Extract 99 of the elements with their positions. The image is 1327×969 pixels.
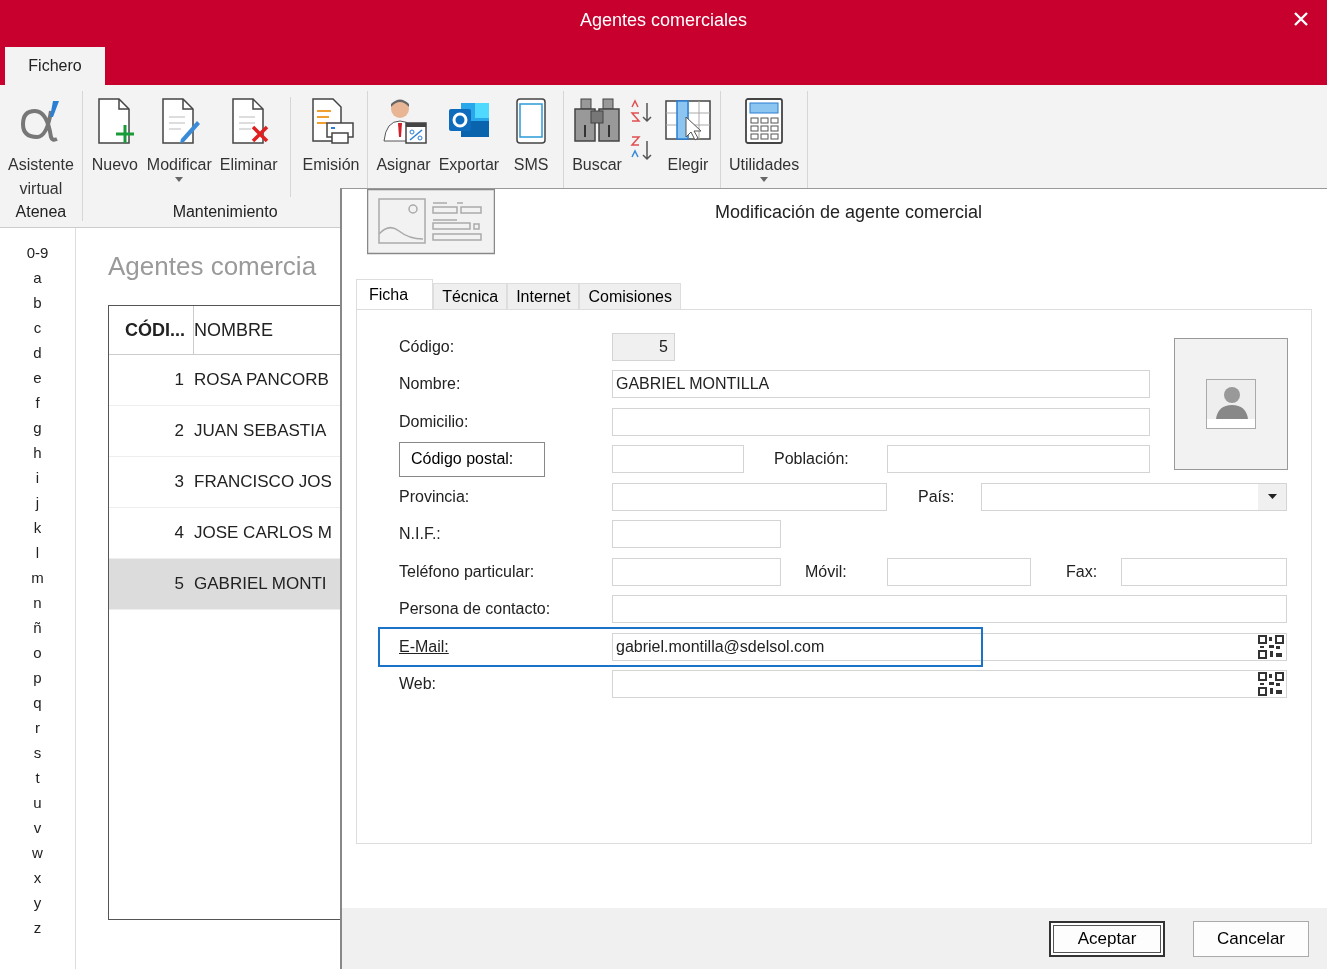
table-cell: JUAN SEBASTIA	[194, 421, 327, 441]
ribbon-button[interactable]: Exportar	[434, 97, 504, 177]
group-label: Mantenimiento	[172, 203, 278, 221]
field-label: Persona de contacto:	[399, 600, 552, 619]
postal-code-field[interactable]	[612, 445, 744, 474]
index-letter[interactable]: k	[33, 515, 42, 540]
ribbon-button[interactable]: Eliminar	[215, 97, 282, 177]
web-field[interactable]	[612, 670, 1287, 699]
field-label: Web:	[399, 675, 438, 694]
ribbon-button[interactable]: Utilidades	[724, 97, 804, 182]
window-title: Agentes comerciales	[579, 10, 748, 31]
ribbon-button[interactable]: Modificar	[142, 97, 216, 182]
caret-icon	[1267, 494, 1277, 500]
index-letter[interactable]: v	[33, 815, 42, 840]
email-field[interactable]: gabriel.montilla@sdelsol.com	[612, 632, 1287, 661]
column-header[interactable]: NOMBRE	[194, 306, 273, 354]
index-letter[interactable]: d	[33, 340, 42, 365]
group-label: Atenea	[15, 203, 67, 221]
index-letter[interactable]: w	[32, 840, 43, 865]
index-letter[interactable]: n	[33, 590, 42, 615]
field-label: Domicilio:	[399, 412, 470, 431]
table-cell: GABRIEL MONTI	[194, 574, 327, 594]
email-link[interactable]: E-Mail:	[399, 637, 612, 656]
country-dropdown[interactable]	[981, 482, 1287, 511]
dialog-button[interactable]: Aceptar	[1049, 920, 1165, 957]
field-label: Población:	[774, 450, 850, 469]
person-placeholder-icon	[1206, 379, 1256, 429]
index-letter[interactable]: u	[33, 790, 42, 815]
index-letter[interactable]: z	[33, 915, 42, 940]
index-letter[interactable]: f	[35, 390, 40, 415]
field-label: Móvil:	[805, 562, 848, 581]
ribbon-button[interactable]: Asignar	[372, 97, 435, 177]
qr-code-icon[interactable]	[1258, 634, 1284, 659]
close-icon[interactable]	[1293, 11, 1309, 27]
dialog-button[interactable]: Cancelar	[1193, 920, 1309, 957]
tab[interactable]: Técnica	[433, 283, 508, 309]
ribbon-button[interactable]: Asistente virtual	[4, 97, 78, 201]
field-label: N.I.F.:	[399, 525, 442, 544]
table-cell-text: 5	[173, 574, 185, 594]
ribbon-button[interactable]: Emisión	[298, 97, 364, 177]
phone-field[interactable]	[612, 557, 781, 586]
ribbon-button[interactable]: Buscar	[568, 97, 626, 177]
index-letter[interactable]: y	[33, 890, 42, 915]
index-letter[interactable]: j	[35, 490, 40, 515]
index-letter[interactable]: 0-9	[26, 240, 49, 265]
index-letter[interactable]: o	[33, 640, 42, 665]
table-cell-text: 4	[173, 523, 185, 543]
field-label: Provincia:	[399, 487, 471, 506]
field-label: Código:	[399, 337, 456, 356]
address-field[interactable]	[612, 407, 1150, 436]
qr-code-icon[interactable]	[1258, 672, 1284, 697]
index-letter[interactable]: s	[33, 740, 42, 765]
name-field[interactable]: GABRIEL MONTILLA	[612, 370, 1150, 399]
fax-field[interactable]	[1121, 557, 1287, 586]
table-cell: FRANCISCO JOS	[194, 472, 332, 492]
index-letter[interactable]: g	[33, 415, 42, 440]
index-letter[interactable]: c	[33, 315, 42, 340]
town-field[interactable]	[887, 445, 1150, 474]
table-cell-text: 2	[173, 421, 185, 441]
photo-frame[interactable]	[1174, 338, 1288, 470]
column-header[interactable]: CÓDI...	[109, 306, 194, 354]
tab[interactable]: Internet	[507, 283, 580, 309]
index-letter[interactable]: h	[33, 440, 42, 465]
index-letter[interactable]: r	[35, 715, 40, 740]
ribbon-tab[interactable]: Fichero	[5, 47, 105, 85]
province-field[interactable]	[612, 482, 887, 511]
index-letter[interactable]: b	[33, 290, 42, 315]
table-row[interactable]: 5 GABRIEL MONTI	[109, 559, 340, 610]
ribbon-button[interactable]: Elegir	[659, 97, 716, 177]
table-cell: JOSE CARLOS M	[194, 523, 332, 543]
index-letter[interactable]: q	[33, 690, 42, 715]
field-label: Teléfono particular:	[399, 562, 536, 581]
ribbon-button[interactable]: SMS	[503, 97, 560, 177]
index-letter[interactable]: t	[35, 765, 40, 790]
index-letter[interactable]: a	[33, 265, 42, 290]
page-heading: Agentes comercia	[108, 250, 317, 283]
index-letter[interactable]: i	[35, 465, 40, 490]
code-field[interactable]: 5	[612, 332, 675, 361]
postal-code-button[interactable]: Código postal:	[399, 441, 545, 477]
table-cell-text: 1	[173, 370, 185, 390]
tab[interactable]: Comisiones	[579, 283, 681, 309]
mobile-field[interactable]	[887, 557, 1031, 586]
field-label: Nombre:	[399, 375, 462, 394]
index-letter[interactable]: x	[33, 865, 42, 890]
index-letter[interactable]: l	[35, 540, 40, 565]
table-cell-text: 3	[173, 472, 185, 492]
binoculars-icon	[573, 97, 622, 145]
table-cell: ROSA PANCORB	[194, 370, 329, 390]
field-label: Fax:	[1066, 562, 1099, 581]
ribbon-button[interactable]: Nuevo	[86, 97, 143, 177]
tab[interactable]: Ficha	[356, 279, 434, 309]
index-letter[interactable]: p	[33, 665, 42, 690]
field-label: País:	[918, 487, 956, 506]
dialog-title: Modificación de agente comercial	[714, 202, 983, 224]
tax-id-field[interactable]	[612, 520, 781, 549]
index-letter[interactable]: e	[33, 365, 42, 390]
contact-field[interactable]	[612, 595, 1287, 624]
index-letter[interactable]: m	[31, 565, 44, 590]
index-letter[interactable]: ñ	[33, 615, 42, 640]
